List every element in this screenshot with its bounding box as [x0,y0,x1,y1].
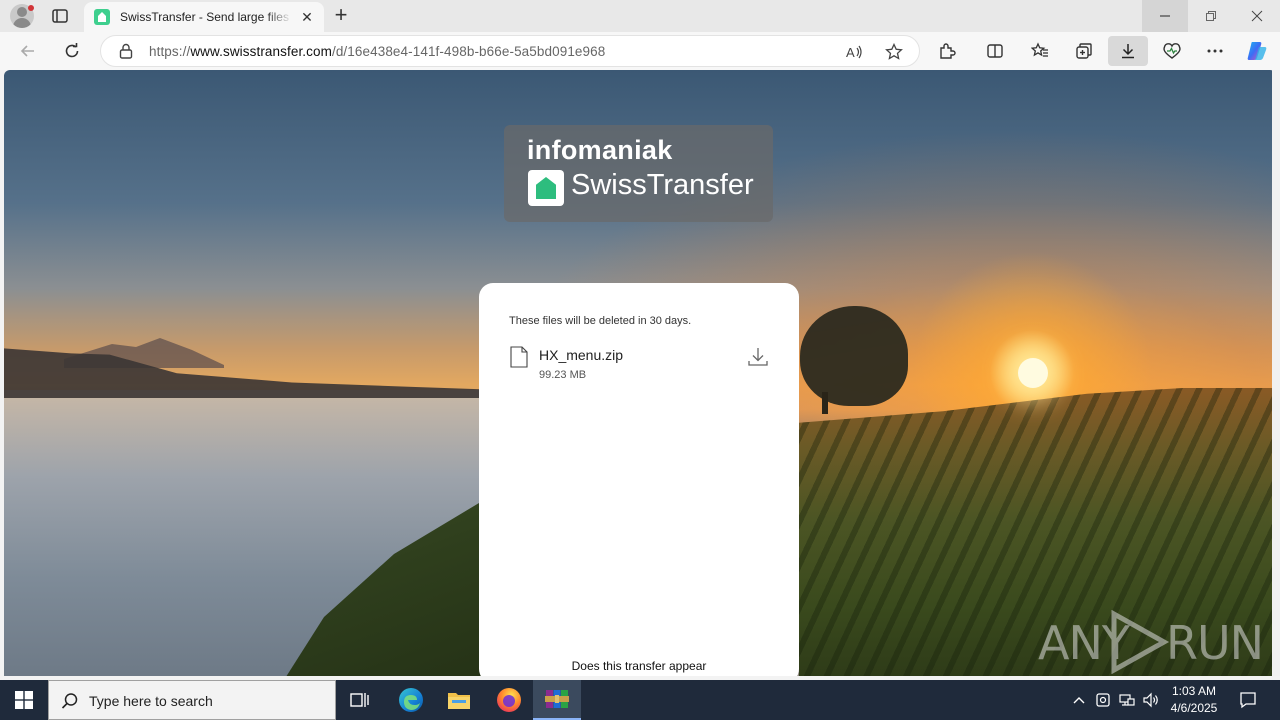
file-size: 99.23 MB [539,369,587,381]
address-bar[interactable]: https://www.swisstransfer.com/d/16e438e4… [100,35,920,67]
tray-app-icon[interactable] [1092,680,1114,720]
search-icon [61,693,78,709]
favorites-icon[interactable] [1025,36,1055,66]
background-sun [1018,358,1048,388]
favorite-star-icon[interactable] [883,41,905,63]
deletion-notice: These files will be deleted in 30 days. [509,315,692,327]
read-aloud-icon[interactable]: A [843,41,865,63]
transfer-card: These files will be deleted in 30 days. … [479,283,799,676]
close-window-button[interactable] [1234,0,1280,32]
copilot-icon[interactable] [1242,36,1272,66]
show-hidden-icons-button[interactable] [1068,680,1090,720]
chevron-up-icon [1073,697,1085,704]
logo-swisstransfer-text: SwissTransfer [571,169,754,201]
firefox-icon [497,688,521,712]
clock-time: 1:03 AM [1171,684,1217,698]
search-placeholder: Type here to search [89,693,213,709]
more-options-icon[interactable] [1200,36,1230,66]
report-transfer-text[interactable]: Does this transfer appear [479,659,799,673]
page-scrollbar[interactable] [1272,70,1280,676]
split-screen-icon[interactable] [980,36,1010,66]
notification-center-button[interactable] [1228,680,1268,720]
logo-infomaniak-text: infomaniak [527,135,673,165]
collections-icon[interactable] [1069,36,1099,66]
minimize-button[interactable] [1142,0,1188,32]
notification-icon [1240,692,1256,709]
tab-swisstransfer[interactable]: SwissTransfer - Send large files securel… [84,2,324,32]
taskbar-firefox[interactable] [485,680,533,720]
swisstransfer-logo-icon [528,170,564,206]
edge-icon [399,688,423,712]
background-shoreline [4,348,484,398]
tab-actions-icon[interactable] [50,6,70,26]
browser-toolbar: https://www.swisstransfer.com/d/16e438e4… [0,32,1280,70]
lock-icon[interactable] [119,43,133,64]
page-viewport: infomaniak SwissTransfer These files wil… [4,70,1276,676]
url-prefix: https:// [149,44,191,59]
windows-logo-icon [15,691,33,709]
refresh-button[interactable] [57,36,87,66]
tab-close-icon[interactable]: ✕ [298,8,316,26]
background-tree-trunk [822,392,828,414]
task-view-icon [350,693,369,707]
network-icon[interactable] [1116,680,1138,720]
browser-essentials-icon[interactable] [1157,36,1187,66]
extensions-icon[interactable] [932,36,962,66]
new-tab-button[interactable]: + [330,4,352,28]
browser-titlebar: SwissTransfer - Send large files securel… [0,0,1280,32]
taskbar-file-explorer[interactable] [435,680,483,720]
url-text[interactable]: https://www.swisstransfer.com/d/16e438e4… [149,44,605,59]
clock-date: 4/6/2025 [1170,701,1218,715]
url-domain: www.swisstransfer.com [190,44,332,59]
taskbar-search-box[interactable]: Type here to search [48,680,336,720]
svg-text:A: A [846,45,855,60]
taskbar-clock[interactable]: 1:03 AM 4/6/2025 [1160,683,1228,717]
file-icon [510,346,528,373]
volume-icon[interactable] [1140,680,1162,720]
profile-notification-dot [28,5,34,11]
downloads-button[interactable] [1108,36,1148,66]
restore-button[interactable] [1188,0,1234,32]
url-path: /d/16e438e4-141f-498b-b66e-5a5bd091e968 [331,44,606,59]
back-button[interactable] [13,36,43,66]
watermark-run-text: RUN [1166,616,1264,670]
download-file-icon[interactable] [747,346,769,373]
start-button[interactable] [0,680,48,720]
watermark-play-icon [1111,610,1170,674]
infomaniak-swisstransfer-logo[interactable]: infomaniak SwissTransfer [504,125,773,222]
task-view-button[interactable] [336,680,384,720]
background-tree [800,306,908,406]
folder-icon [448,693,470,709]
file-name[interactable]: HX_menu.zip [539,347,623,363]
windows-taskbar: Type here to search 1:03 AM 4/6/2025 [0,680,1280,720]
taskbar-winrar[interactable] [533,680,581,720]
taskbar-edge-app[interactable] [387,680,435,720]
winrar-icon [545,690,569,708]
tab-title: SwissTransfer - Send large files securel… [120,10,292,24]
swisstransfer-favicon-icon [94,9,110,25]
